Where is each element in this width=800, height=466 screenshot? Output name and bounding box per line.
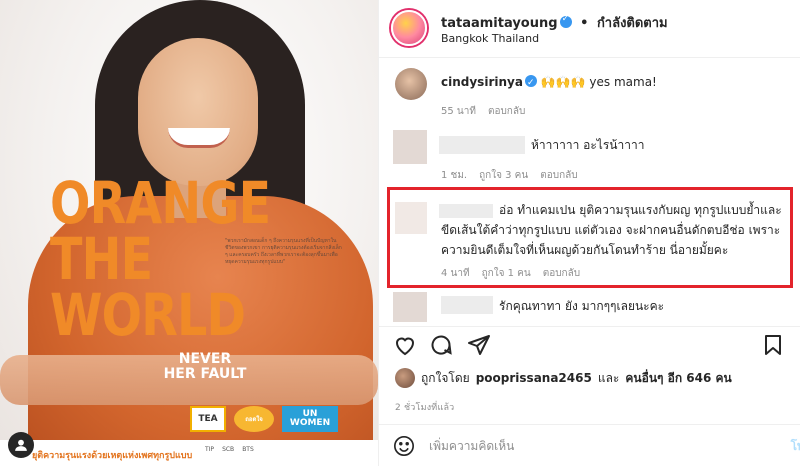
pixelated-username xyxy=(441,296,493,314)
post-image[interactable]: ORANGE THE WORLD "พวกเรามักสอนเด็ก ๆ ถึง… xyxy=(0,0,378,466)
following-button[interactable]: กำลังติดตาม xyxy=(597,16,668,31)
commenter-avatar[interactable] xyxy=(395,68,427,100)
liked-by-prefix: ถูกใจโดย xyxy=(421,370,470,385)
campaign-tagline: NEVER HER FAULT xyxy=(163,351,247,382)
banner-logo: BTS xyxy=(242,446,254,453)
comment-text: 🙌🙌🙌 yes mama! xyxy=(540,75,657,89)
comment-likes[interactable]: ถูกใจ 3 คน xyxy=(479,168,528,183)
pixelated-avatar[interactable] xyxy=(393,130,427,164)
comment-likes[interactable]: ถูกใจ 1 คน xyxy=(482,266,531,281)
location-link[interactable]: Bangkok Thailand xyxy=(441,32,539,45)
pixelated-avatar[interactable] xyxy=(395,202,427,234)
pixelated-username xyxy=(439,136,525,154)
comment-time: 4 นาที xyxy=(441,268,470,279)
sponsor-logos: TEA ถอดใจ UN WOMEN xyxy=(190,404,370,434)
author-avatar[interactable] xyxy=(391,10,427,46)
post-timestamp[interactable]: 2 ชั่วโมงที่แล้ว xyxy=(395,400,454,414)
banner-logo: SCB xyxy=(222,446,235,453)
face-shape xyxy=(138,38,258,186)
comment-bubble-icon[interactable] xyxy=(429,333,453,357)
liked-by-and: และ xyxy=(597,370,620,385)
reply-button[interactable]: ตอบกลับ xyxy=(540,168,577,183)
reply-button[interactable]: ตอบกลับ xyxy=(543,266,580,281)
tagged-users-icon[interactable] xyxy=(8,432,34,458)
pixelated-avatar[interactable] xyxy=(393,292,427,322)
verified-badge-icon xyxy=(524,73,537,93)
verified-badge-icon xyxy=(559,14,572,28)
action-bar xyxy=(379,326,800,362)
others-likes-count[interactable]: คนอื่นๆ อีก 646 คน xyxy=(625,369,731,388)
liker-avatar[interactable] xyxy=(395,368,415,388)
sponsor-logo: TEA xyxy=(190,406,226,432)
comment-time: 55 นาที xyxy=(441,106,476,117)
author-username[interactable]: tataamitayoung xyxy=(441,16,558,31)
comment-text: อ่อ ทำแคมเปน ยุติความรุนแรงกับผญ ทุกรูปแ… xyxy=(441,203,782,257)
commenter-username[interactable]: cindysirinya xyxy=(441,75,523,89)
reply-button[interactable]: ตอบกลับ xyxy=(488,104,525,119)
comment-text: ห้าาาาาา อะไรน้าาาา xyxy=(531,138,645,152)
like-heart-icon[interactable] xyxy=(393,333,417,357)
banner-text: ยุติความรุนแรงด้วยเหตุแห่งเพศทุกรูปแบบ xyxy=(32,451,193,461)
dot-separator: • xyxy=(580,16,589,31)
add-comment-bar: โพ xyxy=(379,424,800,466)
banner-logos: TIP SCB BTS xyxy=(205,446,254,453)
comment-text: รักคุณทาทา ยัง มากๆๆเลยนะคะ xyxy=(499,299,665,313)
sponsor-logo: ถอดใจ xyxy=(234,406,274,432)
likes-line: ถูกใจโดย pooprissana2465 และ คนอื่นๆ อีก… xyxy=(395,368,732,388)
banner-logo: TIP xyxy=(205,446,215,453)
post-button[interactable]: โพ xyxy=(791,437,800,456)
post-panel: tataamitayoung • กำลังติดตาม Bangkok Tha… xyxy=(378,0,800,466)
save-bookmark-icon[interactable] xyxy=(761,333,785,357)
campaign-quote: "พวกเรามักสอนเด็ก ๆ ถึงความรุนแรงที่เป็น… xyxy=(225,238,342,265)
comment-input[interactable] xyxy=(429,435,749,457)
share-send-icon[interactable] xyxy=(467,333,491,357)
post-header: tataamitayoung • กำลังติดตาม Bangkok Tha… xyxy=(379,0,800,58)
emoji-icon[interactable] xyxy=(393,435,415,457)
comment-time: 1 ชม. xyxy=(441,170,468,181)
un-women-logo: UN WOMEN xyxy=(282,406,338,432)
liker-username[interactable]: pooprissana2465 xyxy=(476,371,592,385)
